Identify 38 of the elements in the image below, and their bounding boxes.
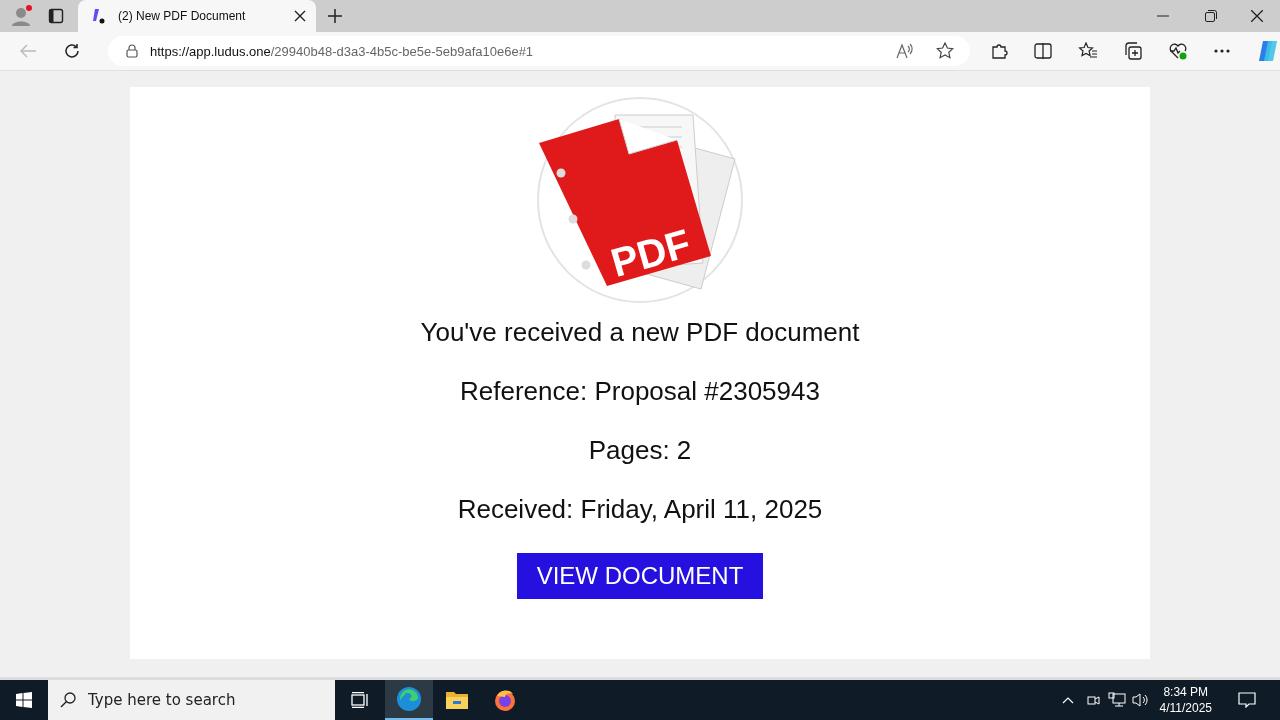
more-icon[interactable] [1214,49,1230,53]
edge-taskbar-icon[interactable] [385,680,433,720]
tab-actions-icon[interactable] [48,8,64,24]
restore-icon[interactable] [1205,10,1217,22]
volume-icon[interactable] [1131,692,1150,708]
browser-tab[interactable]: (2) New PDF Document [78,0,316,32]
refresh-icon[interactable] [64,43,80,59]
favorites-icon[interactable] [1078,42,1098,60]
detail-text: Received: Friday, April 11, 2025 [457,494,823,525]
detail-text: Pages: 2 [588,435,692,466]
star-icon[interactable] [936,42,954,60]
notifications-icon[interactable] [1238,692,1256,708]
network-icon[interactable] [1107,692,1126,708]
extensions-icon[interactable] [990,42,1008,60]
heading: You've received a new PDF document [420,317,860,348]
task-view-icon[interactable] [351,692,369,708]
site-icon [92,8,106,24]
search-field[interactable]: Type here to search [48,680,335,720]
view-document-button[interactable]: VIEW DOCUMENT [516,553,764,599]
clock-time[interactable]: 8:34 PM [1163,684,1209,700]
search-icon [60,692,76,708]
read-aloud-icon[interactable] [896,43,914,59]
close-icon[interactable] [294,10,306,22]
clock-date[interactable]: 4/11/2025 [1159,700,1212,716]
detail-text: Reference: Proposal #2305943 [460,376,820,407]
split-screen-icon[interactable] [1034,43,1052,59]
search-input[interactable]: Type here to search [86,690,330,710]
chevron-up-icon[interactable] [1061,696,1074,704]
windows-start-icon[interactable] [16,692,32,708]
tab-title: (2) New PDF Document [118,9,247,23]
lock-icon[interactable] [126,44,138,58]
copilot-icon[interactable] [1256,39,1280,63]
pdf-document-drawing: PDF [537,97,743,303]
profile-icon[interactable] [10,4,34,28]
close-icon[interactable] [1251,10,1263,22]
health-icon[interactable] [1168,42,1188,60]
new-tab-icon[interactable] [328,9,342,23]
collections-icon[interactable] [1124,42,1142,60]
